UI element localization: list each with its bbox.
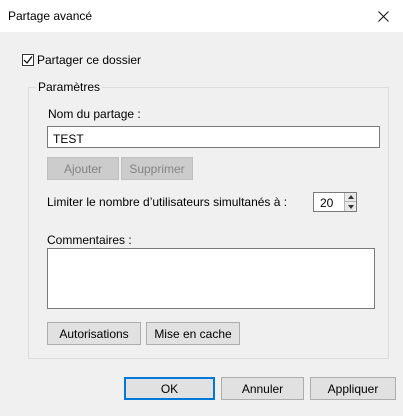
window-title: Partage avancé [8, 9, 93, 23]
ok-button[interactable]: OK [124, 377, 215, 400]
title-bar: Partage avancé [0, 0, 403, 32]
share-name-value: TEST [53, 132, 84, 146]
arrow-down-icon [347, 204, 354, 209]
remove-button[interactable]: Supprimer [121, 157, 193, 180]
comments-label: Commentaires : [47, 233, 132, 247]
user-limit-value: 20 [320, 196, 334, 210]
share-name-input[interactable]: TEST [47, 126, 380, 148]
close-button[interactable] [363, 0, 403, 32]
arrow-up-icon [347, 195, 354, 199]
share-folder-label: Partager ce dossier [37, 53, 142, 67]
add-button[interactable]: Ajouter [47, 157, 119, 180]
spin-up-button[interactable] [344, 193, 356, 202]
close-icon [377, 10, 389, 22]
apply-button[interactable]: Appliquer [310, 377, 396, 400]
checkbox-box[interactable] [22, 54, 34, 66]
spin-down-button[interactable] [344, 202, 356, 211]
permissions-button[interactable]: Autorisations [47, 322, 141, 345]
cancel-button[interactable]: Annuler [221, 377, 304, 400]
user-limit-label: Limiter le nombre d’utilisateurs simulta… [47, 195, 288, 209]
caching-button[interactable]: Mise en cache [146, 322, 240, 345]
settings-legend: Paramètres [36, 80, 103, 94]
advanced-sharing-dialog: Partage avancé Partager ce dossier Param… [0, 0, 403, 416]
share-name-label: Nom du partage : [48, 107, 141, 121]
comments-input[interactable] [47, 248, 375, 309]
checkmark-icon [23, 56, 33, 64]
user-limit-spinner[interactable]: 20 [313, 192, 357, 212]
share-folder-checkbox[interactable]: Partager ce dossier [22, 53, 141, 67]
